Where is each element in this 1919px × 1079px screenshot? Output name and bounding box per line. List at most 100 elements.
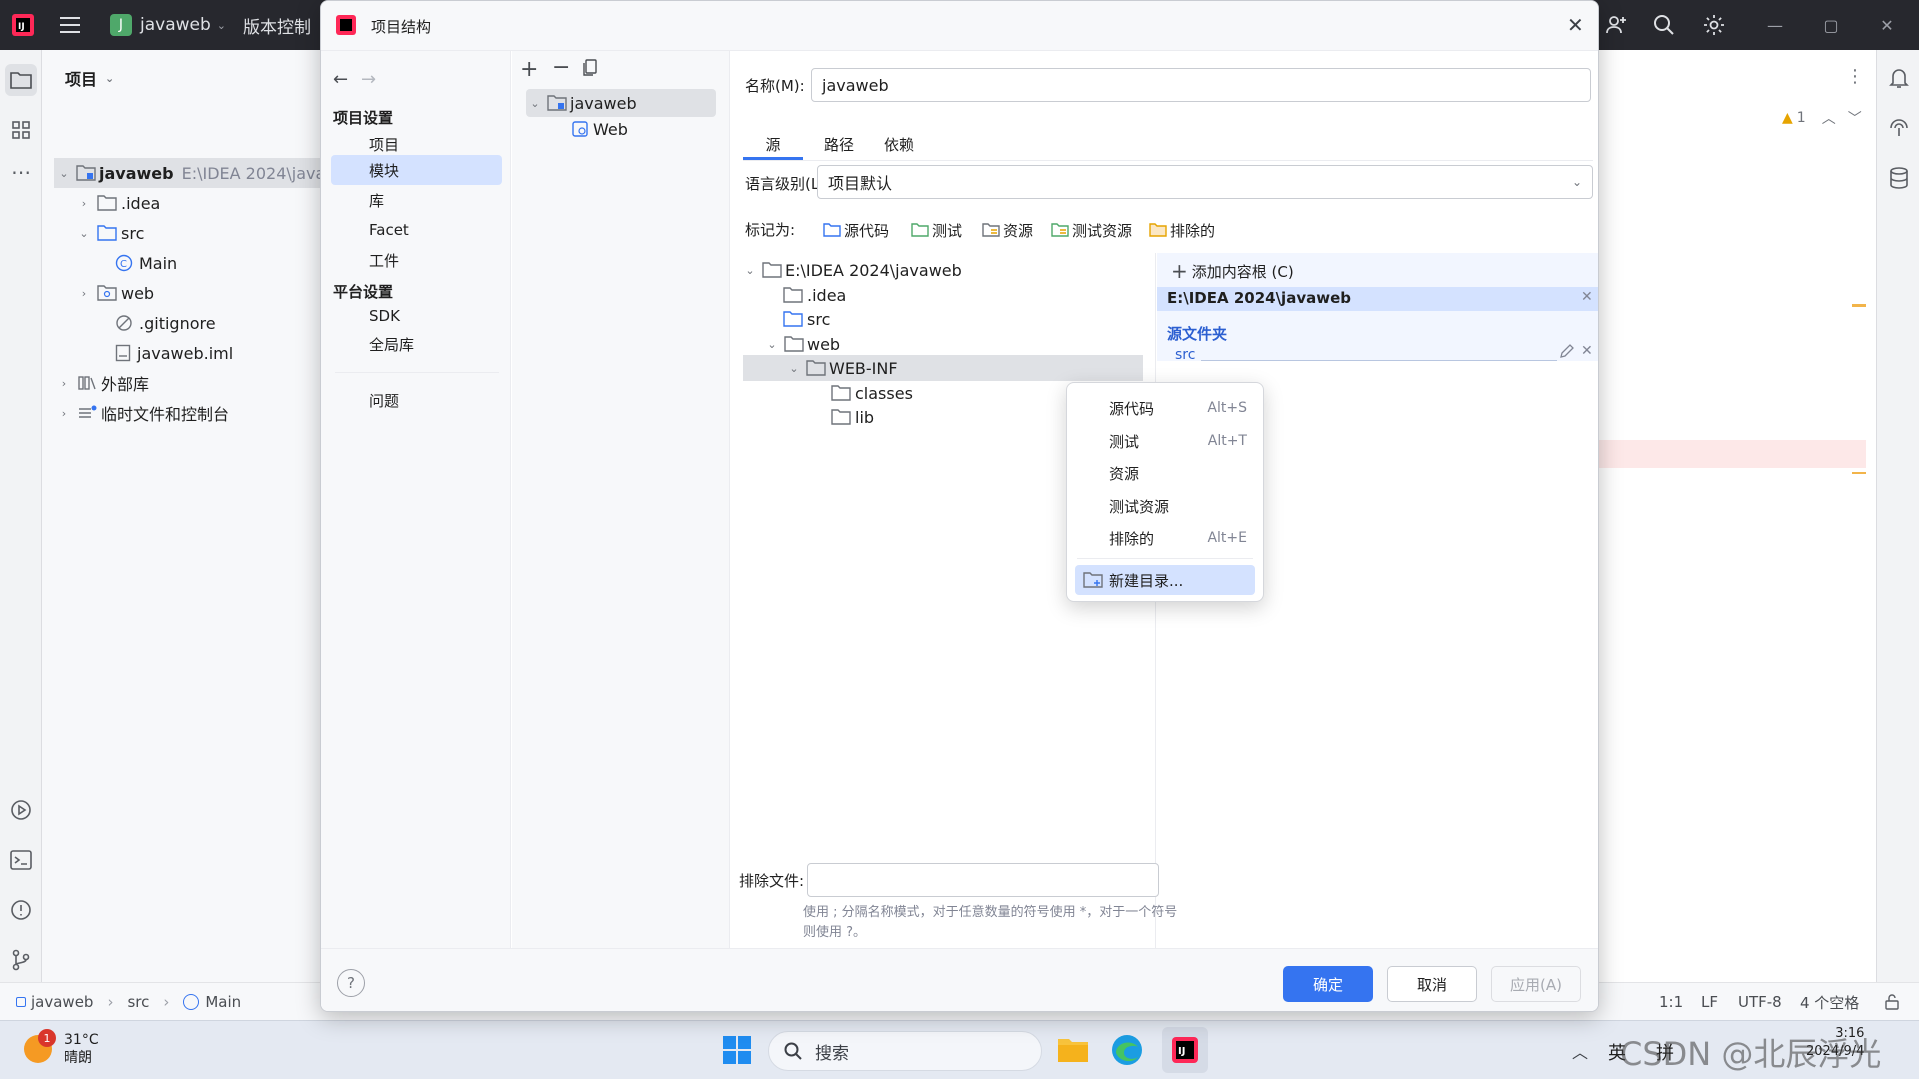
terminal-icon[interactable] [5,844,37,876]
forward-arrow-icon[interactable]: → [361,69,376,90]
weather-widget[interactable]: 31°C 晴朗 [64,1031,99,1067]
tree-node-javaweb[interactable]: ⌄ javaweb E:\IDEA 2024\javav [55,158,334,188]
close-window-icon[interactable]: ✕ [1862,0,1912,50]
cancel-button[interactable]: 取消 [1387,966,1477,1002]
dialog-close-icon[interactable]: ✕ [1567,13,1584,37]
tree-label: 临时文件和控制台 [101,405,230,424]
chevron-up-icon[interactable]: ︿ [1822,108,1836,128]
svg-text:C: C [120,259,127,270]
add-user-icon[interactable] [1604,0,1628,50]
caret-position[interactable]: 1:1 [1659,983,1683,1021]
mark-resources-button[interactable]: 资源 [982,219,1033,241]
problems-icon[interactable] [5,894,37,926]
help-icon[interactable]: ? [337,969,365,997]
module-name-field[interactable]: javaweb [811,68,1591,102]
taskbar-search[interactable]: 搜索 [768,1031,1042,1071]
dir-lib[interactable]: lib [831,402,874,432]
dialog-title-bar: 项目结构 ✕ [321,1,1598,51]
intellij-logo-icon[interactable]: IJ [10,0,36,50]
dir-root[interactable]: ⌄ E:\IDEA 2024\javaweb [741,255,961,285]
chevron-down-icon[interactable]: ﹀ [1848,108,1862,128]
tab-sources[interactable]: 源 [743,129,803,159]
copy-icon[interactable] [582,59,598,77]
indent-setting[interactable]: 4 个空格 [1800,983,1859,1021]
ai-assistant-icon[interactable] [1883,112,1915,144]
tree-node-gitignore[interactable]: .gitignore [115,308,216,338]
add-icon[interactable]: + [520,57,538,82]
weather-text: 晴朗 [64,1050,92,1066]
file-explorer-icon[interactable] [1056,1033,1090,1065]
nav-item-sdk[interactable]: SDK [331,301,502,331]
remove-content-root-icon[interactable]: ✕ [1581,289,1593,305]
main-menu-icon[interactable] [60,0,82,50]
line-separator[interactable]: LF [1701,983,1718,1021]
breadcrumb-item[interactable]: Main [205,993,241,1011]
windows-start-icon[interactable] [722,1035,752,1065]
tree-node-main[interactable]: C Main [115,248,177,278]
tree-node-external-libs[interactable]: › 外部库 [55,368,149,398]
more-options-icon[interactable]: ⋮ [1846,66,1864,87]
settings-gear-icon[interactable] [1702,0,1726,50]
maximize-icon[interactable]: ▢ [1806,0,1856,50]
vcs-widget[interactable]: 版本控制 [243,0,311,50]
menu-item-resources[interactable]: 资源 [1075,458,1255,488]
menu-item-sources[interactable]: 源代码 Alt+S [1075,393,1255,423]
apply-button[interactable]: 应用(A) [1491,966,1581,1002]
platform-settings-header: 平台设置 [333,283,394,301]
menu-item-excluded[interactable]: 排除的 Alt+E [1075,523,1255,553]
inspection-widget[interactable]: ▲ 1 ︿ ﹀ [1782,108,1862,128]
intellij-taskbar-icon: IJ [1172,1037,1198,1063]
tree-node-scratches[interactable]: › 临时文件和控制台 [55,398,229,428]
tree-node-web[interactable]: › web [75,278,154,308]
remove-source-folder-icon[interactable]: ✕ [1581,343,1593,359]
mark-sources-button[interactable]: 源代码 [823,219,889,241]
folder-icon [762,262,782,278]
tab-dependencies[interactable]: 依赖 [871,129,927,159]
mark-test-resources-button[interactable]: 测试资源 [1051,219,1132,241]
exclude-files-input[interactable] [807,863,1159,897]
search-icon[interactable] [1652,0,1676,50]
edge-browser-icon[interactable] [1110,1033,1144,1067]
breadcrumb-item[interactable]: src [127,993,149,1011]
nav-item-libraries[interactable]: 库 [331,185,502,215]
menu-item-new-directory[interactable]: 新建目录... [1075,565,1255,595]
edit-pencil-icon[interactable] [1559,343,1575,359]
read-only-lock-icon[interactable] [1884,983,1900,1021]
mark-tests-button[interactable]: 测试 [911,219,962,241]
nav-item-global-libraries[interactable]: 全局库 [331,329,502,359]
remove-icon[interactable]: − [552,55,570,80]
source-folder-icon [823,223,841,237]
language-level-select[interactable]: 项目默认 ⌄ [817,165,1593,199]
add-content-root-button[interactable]: + 添加内容根 (C) [1171,259,1294,283]
ok-button[interactable]: 确定 [1283,966,1373,1002]
breadcrumb-item[interactable]: javaweb [31,993,93,1011]
nav-item-modules[interactable]: 模块 [331,155,502,185]
tree-node-iml[interactable]: javaweb.iml [115,338,233,368]
structure-icon[interactable] [5,114,37,146]
mark-excluded-button[interactable]: 排除的 [1149,219,1215,241]
tree-node-src[interactable]: ⌄ src [75,218,144,248]
menu-item-test-resources[interactable]: 测试资源 [1075,491,1255,521]
tree-node-idea[interactable]: › .idea [75,188,161,218]
chevron-down-icon: ⌄ [216,18,226,32]
project-switcher[interactable]: J javaweb ⌄ [110,0,226,50]
menu-item-tests[interactable]: 测试 Alt+T [1075,426,1255,456]
file-encoding[interactable]: UTF-8 [1738,983,1782,1021]
database-icon[interactable] [1883,162,1915,194]
facet-web[interactable]: Web [572,114,628,144]
run-services-icon[interactable] [5,794,37,826]
nav-item-facets[interactable]: Facet [331,215,502,245]
project-view-selector[interactable]: 项目 ⌄ [65,66,114,90]
nav-item-artifacts[interactable]: 工件 [331,245,502,275]
more-tools-icon[interactable]: ⋯ [5,156,37,188]
source-folder-entry[interactable]: src [1175,347,1195,363]
git-branch-icon[interactable] [5,944,37,976]
project-folder-icon[interactable] [5,64,37,96]
nav-item-problems[interactable]: 问题 [331,385,502,415]
minimize-icon[interactable]: — [1750,0,1800,50]
taskbar-active-app[interactable]: IJ [1162,1027,1208,1073]
notifications-bell-icon[interactable] [1883,62,1915,94]
tray-chevron-up-icon[interactable]: ︿ [1572,1039,1588,1063]
back-arrow-icon[interactable]: ← [333,69,348,90]
tab-paths[interactable]: 路径 [811,129,867,159]
